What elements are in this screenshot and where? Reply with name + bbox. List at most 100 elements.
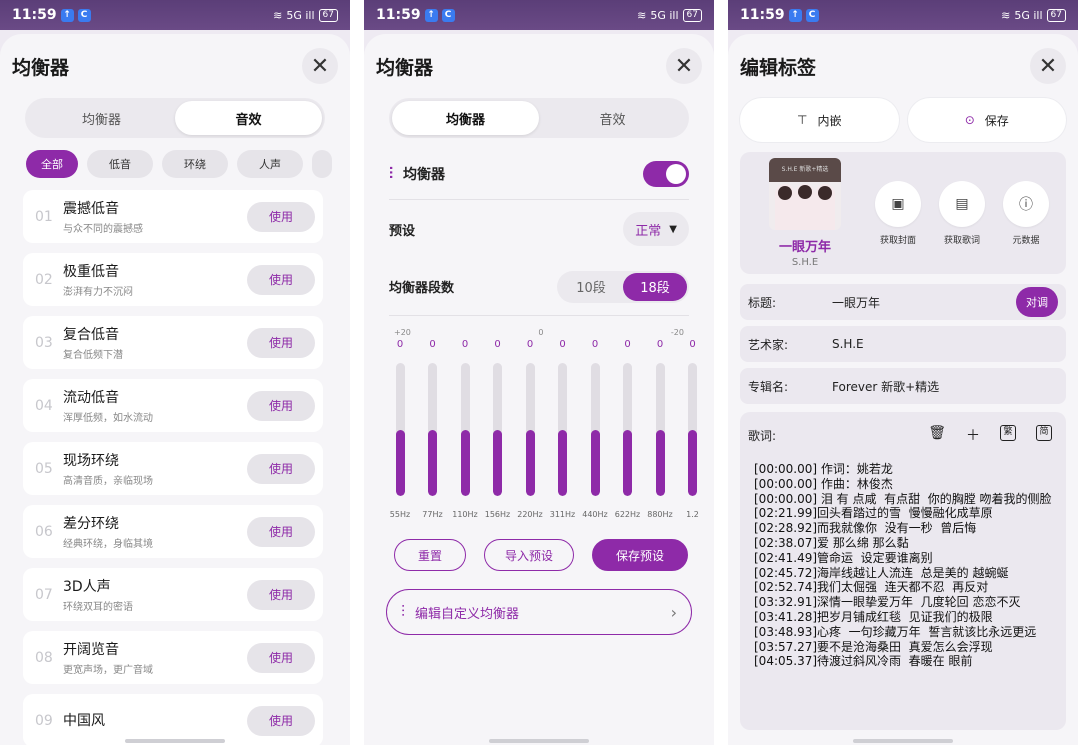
eq-band-track[interactable]: [395, 363, 405, 496]
item-title: 中国风: [63, 712, 105, 729]
eq-band-track[interactable]: [428, 363, 437, 496]
tag-tools: ▣ 获取封面 ▤ 获取歌词 ⓘ 元数据: [874, 180, 1050, 246]
close-icon: ✕: [1038, 53, 1058, 79]
item-number: 02: [35, 271, 53, 288]
tab-effects[interactable]: 音效: [175, 101, 322, 135]
save-button[interactable]: ⊙ 保存: [907, 98, 1066, 142]
status-time: 11:59: [740, 7, 785, 23]
equalizer-toggle[interactable]: [643, 160, 689, 187]
screenshot-collage: 11:59 ↑ C ≋ 5G ill 67 均衡器 ✕ 均衡器 音效 全部 低音 环绕 …: [0, 0, 1080, 745]
close-button[interactable]: ✕: [666, 48, 702, 84]
list-item[interactable]: 02 极重低音 澎湃有力不沉闷 使用: [23, 253, 323, 306]
signal-icon: 5G ill: [1014, 8, 1043, 22]
song-artist: S.H.E: [791, 257, 819, 268]
album-value[interactable]: Forever 新歌+精选: [832, 378, 1058, 395]
eq-band-value: 0: [689, 339, 696, 350]
eq-band-slider[interactable]: 0 156Hz: [482, 337, 514, 519]
lyrics-textarea[interactable]: [00:00.00] 作词：姚若龙 [00:00.00] 作曲：林俊杰 [00:…: [748, 462, 1058, 669]
eq-band-slider[interactable]: 0 622Hz: [612, 337, 644, 519]
tab-equalizer[interactable]: 均衡器: [392, 101, 539, 135]
chip-vocal[interactable]: 人声: [237, 150, 303, 178]
plus-icon[interactable]: ＋: [966, 425, 980, 445]
band-option-10[interactable]: 10段: [559, 273, 623, 301]
tab-equalizer[interactable]: 均衡器: [28, 101, 175, 135]
edit-custom-eq-button[interactable]: ⫶ 编辑自定义均衡器 ›: [386, 589, 692, 635]
item-subtitle: 环绕双耳的密语: [63, 602, 133, 613]
eq-band-slider[interactable]: 0 1.2: [677, 337, 709, 519]
title-field[interactable]: 标题: 一眼万年 对调: [740, 284, 1066, 320]
eq-band-track[interactable]: [525, 363, 535, 496]
use-button[interactable]: 使用: [247, 642, 315, 673]
eq-band-slider[interactable]: 0 440Hz: [579, 337, 611, 519]
title-value[interactable]: 一眼万年: [832, 294, 1016, 311]
list-item[interactable]: 05 现场环绕 高清音质，亲临现场 使用: [23, 442, 323, 495]
preset-dropdown[interactable]: 正常 ▼: [623, 212, 689, 246]
simplified-icon[interactable]: 简: [1036, 425, 1052, 441]
eq-band-value: 0: [591, 339, 599, 350]
list-item[interactable]: 01 震撼低音 与众不同的震撼感 使用: [23, 190, 323, 243]
tab-effects[interactable]: 音效: [539, 101, 686, 135]
import-preset-button[interactable]: 导入预设: [484, 539, 574, 571]
use-button[interactable]: 使用: [247, 327, 315, 358]
sliders-icon: ⫶: [401, 602, 406, 621]
status-time: 11:59: [12, 7, 57, 23]
save-preset-button[interactable]: 保存预设: [592, 539, 688, 571]
eq-band-track[interactable]: [623, 363, 632, 496]
use-button[interactable]: 使用: [247, 516, 315, 547]
fetch-cover-button[interactable]: ▣ 获取封面: [874, 180, 922, 246]
eq-band-frequency: 880Hz: [647, 510, 673, 519]
list-item[interactable]: 07 3D人声 环绕双耳的密语 使用: [23, 568, 323, 621]
reset-button[interactable]: 重置: [394, 539, 466, 571]
use-button[interactable]: 使用: [247, 390, 315, 421]
status-time: 11:59: [376, 7, 421, 23]
list-item[interactable]: 09 中国风 使用: [23, 694, 323, 745]
list-item[interactable]: 08 开阔览音 更宽声场，更广音域 使用: [23, 631, 323, 684]
eq-band-track[interactable]: [655, 363, 665, 496]
list-item[interactable]: 03 复合低音 复合低频下潜 使用: [23, 316, 323, 369]
use-button[interactable]: 使用: [247, 579, 315, 610]
chip-surround[interactable]: 环绕: [162, 150, 228, 178]
item-subtitle: 浑厚低频，如水流动: [63, 413, 153, 424]
close-button[interactable]: ✕: [1030, 48, 1066, 84]
album-field[interactable]: 专辑名: Forever 新歌+精选: [740, 368, 1066, 404]
fetch-lyrics-button[interactable]: ▤ 获取歌词: [938, 180, 986, 246]
eq-band-slider[interactable]: 0 110Hz: [449, 337, 481, 519]
trash-icon[interactable]: 🗑: [928, 425, 946, 445]
artist-field[interactable]: 艺术家: S.H.E: [740, 326, 1066, 362]
use-button[interactable]: 使用: [247, 705, 315, 736]
list-item[interactable]: 06 差分环绕 经典环绕，身临其境 使用: [23, 505, 323, 558]
eq-band-track[interactable]: [590, 363, 600, 496]
eq-sliders: 0 55Hz 0 77Hz 0 110Hz 0 156Hz 0 220Hz 0 311Hz 0 440Hz…: [390, 337, 714, 527]
signal-icon: 5G ill: [286, 8, 315, 22]
metadata-button[interactable]: ⓘ 元数据: [1002, 180, 1050, 246]
sliders-icon: ⫶: [389, 163, 394, 183]
use-button[interactable]: 使用: [247, 453, 315, 484]
eq-band-track[interactable]: [493, 363, 502, 496]
swap-button[interactable]: 对调: [1016, 287, 1058, 317]
item-number: 05: [35, 460, 53, 477]
eq-band-slider[interactable]: 0 880Hz: [644, 337, 676, 519]
eq-band-track[interactable]: [558, 363, 567, 496]
chip-more[interactable]: [312, 150, 332, 178]
embed-button[interactable]: ⊤ 内嵌: [740, 98, 899, 142]
use-button[interactable]: 使用: [247, 264, 315, 295]
eq-band-slider[interactable]: 0 55Hz: [384, 337, 416, 519]
traditional-icon[interactable]: 繁: [1000, 425, 1016, 441]
band-option-18[interactable]: 18段: [623, 272, 687, 301]
band-count-row: 均衡器段数 10段 18段: [389, 258, 689, 316]
chip-bass[interactable]: 低音: [87, 150, 153, 178]
item-title: 震撼低音: [63, 201, 119, 217]
album-cover[interactable]: S.H.E 新歌+精选: [769, 158, 841, 230]
list-item[interactable]: 04 流动低音 浑厚低频，如水流动 使用: [23, 379, 323, 432]
eq-band-track[interactable]: [460, 363, 470, 496]
eq-band-value: 0: [526, 339, 534, 350]
chip-all[interactable]: 全部: [26, 150, 78, 178]
eq-band-track[interactable]: [688, 363, 697, 496]
artist-value[interactable]: S.H.E: [832, 337, 1058, 351]
eq-band-slider[interactable]: 0 220Hz: [514, 337, 546, 519]
eq-band-slider[interactable]: 0 311Hz: [547, 337, 579, 519]
item-title: 复合低音: [63, 327, 119, 343]
close-button[interactable]: ✕: [302, 48, 338, 84]
use-button[interactable]: 使用: [247, 201, 315, 232]
eq-band-slider[interactable]: 0 77Hz: [417, 337, 449, 519]
